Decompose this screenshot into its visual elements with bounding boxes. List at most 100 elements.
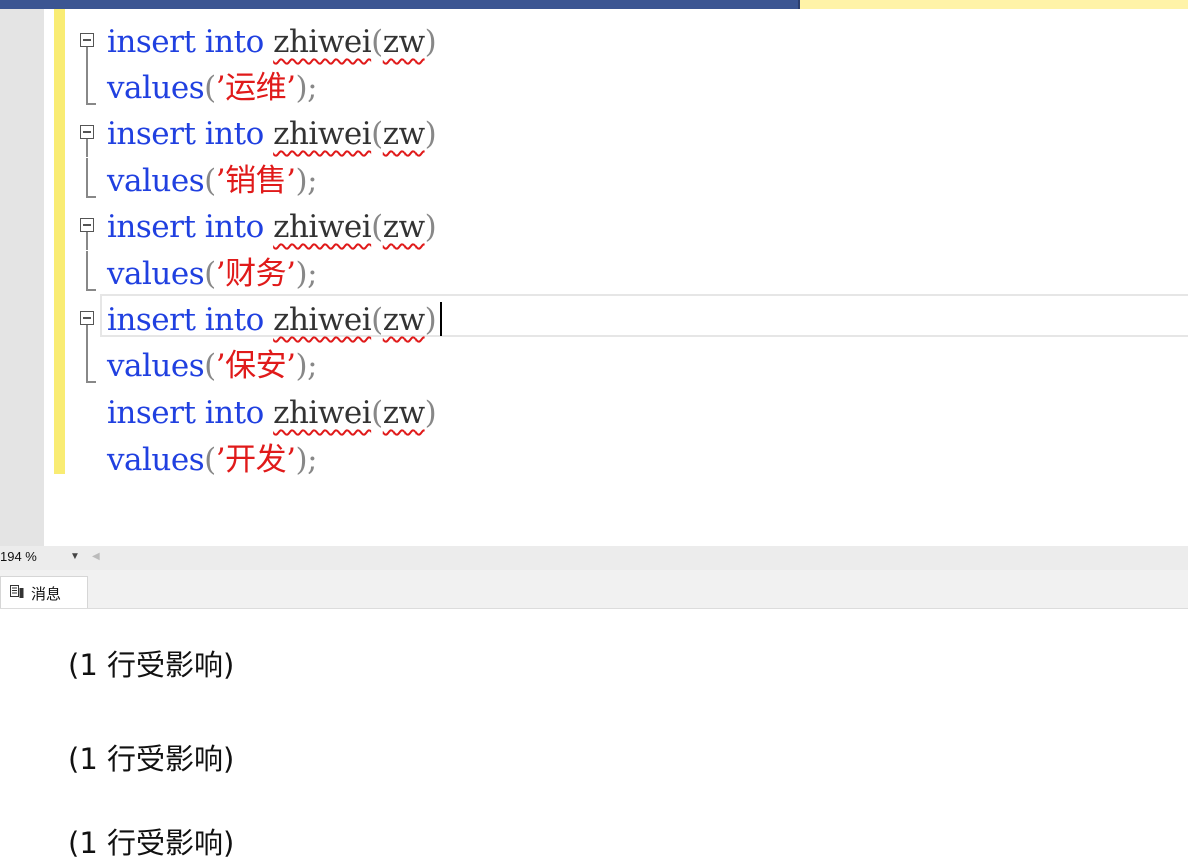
zoom-value: 194 % (0, 549, 37, 564)
document-tab-active[interactable] (800, 0, 1188, 9)
code-line-values[interactable]: values(’保安’); (0, 343, 1188, 389)
table-name: zhiwei (273, 116, 372, 152)
fold-guide (86, 251, 88, 289)
fold-guide (86, 47, 88, 65)
string-literal: 运维 (225, 70, 287, 106)
collapse-icon[interactable] (80, 125, 94, 139)
quote: ’ (215, 256, 226, 292)
code-line-values[interactable]: values(’开发’); (0, 437, 1188, 483)
fold-guide (86, 343, 88, 381)
zoom-dropdown[interactable]: 194 % ▼ (0, 546, 86, 568)
column-name: zw (382, 302, 425, 338)
code-line-insert[interactable]: insert into zhiwei(zw) (0, 204, 1188, 250)
document-tab[interactable] (0, 0, 798, 9)
quote: ’ (215, 442, 226, 478)
code-text: values(’保安’); (107, 343, 318, 389)
sql-keyword: values (107, 348, 205, 384)
results-tab-strip: 消息 (0, 570, 1188, 609)
document-tab-strip (0, 0, 1188, 9)
fold-guide-end (86, 103, 96, 105)
paren-close: ) (295, 442, 308, 478)
sql-keyword: insert into (107, 209, 264, 245)
code-text: values(’开发’); (107, 437, 318, 483)
text-cursor (440, 302, 443, 336)
messages-pane: (1 行受影响) (1 行受影响) (1 行受影响) (0, 609, 1188, 858)
sql-keyword: values (107, 70, 205, 106)
result-message: (1 行受影响) (68, 648, 235, 682)
collapse-icon[interactable] (80, 33, 94, 47)
table-name: zhiwei (273, 395, 372, 431)
paren-close: ) (424, 24, 437, 60)
code-text: values(’运维’); (107, 65, 318, 111)
collapse-icon[interactable] (80, 218, 94, 232)
column-name: zw (382, 209, 425, 245)
column-name: zw (382, 24, 425, 60)
paren-close: ) (424, 209, 437, 245)
code-line-insert[interactable]: insert into zhiwei(zw) (0, 19, 1188, 65)
paren-open: ( (371, 24, 383, 60)
sql-keyword: insert into (107, 116, 264, 152)
query-editor[interactable]: insert into zhiwei(zw) values(’运维’); inser… (0, 9, 1188, 546)
code-line-values[interactable]: values(’财务’); (0, 251, 1188, 297)
chevron-down-icon: ▼ (70, 551, 80, 562)
paren-close: ) (424, 395, 437, 431)
tab-messages-label: 消息 (31, 585, 62, 603)
paren-close: ) (295, 348, 308, 384)
sql-keyword: values (107, 163, 205, 199)
fold-guide (86, 139, 88, 157)
table-name: zhiwei (273, 302, 372, 338)
semicolon: ; (307, 348, 318, 384)
fold-guide-end (86, 196, 96, 198)
quote: ’ (215, 348, 226, 384)
result-message: (1 行受影响) (68, 826, 235, 858)
code-line-insert[interactable]: insert into zhiwei(zw) (0, 390, 1188, 436)
column-name: zw (382, 116, 425, 152)
fold-guide-end (86, 289, 96, 291)
quote: ’ (215, 163, 226, 199)
paren-open: ( (371, 116, 383, 152)
code-text: insert into zhiwei(zw) (107, 204, 437, 250)
quote: ’ (215, 70, 226, 106)
editor-status-bar: 194 % ▼ ◀ (0, 546, 1188, 570)
fold-guide (86, 325, 88, 343)
scroll-left-icon[interactable]: ◀ (92, 546, 100, 568)
paren-open: ( (204, 348, 216, 384)
semicolon: ; (307, 70, 318, 106)
column-name: zw (382, 395, 425, 431)
table-name: zhiwei (273, 24, 372, 60)
paren-open: ( (204, 256, 216, 292)
semicolon: ; (307, 163, 318, 199)
string-literal: 开发 (225, 442, 287, 478)
paren-close: ) (295, 256, 308, 292)
table-name: zhiwei (273, 209, 372, 245)
paren-open: ( (204, 163, 216, 199)
sql-keyword: insert into (107, 24, 264, 60)
string-literal: 销售 (225, 163, 287, 199)
sql-keyword: insert into (107, 395, 264, 431)
code-line-values[interactable]: values(’运维’); (0, 65, 1188, 111)
code-text: values(’财务’); (107, 251, 318, 297)
paren-close: ) (424, 302, 437, 338)
paren-close: ) (295, 163, 308, 199)
code-text: insert into zhiwei(zw) (107, 297, 443, 343)
fold-guide-end (86, 381, 96, 383)
fold-guide (86, 65, 88, 103)
paren-close: ) (295, 70, 308, 106)
paren-close: ) (424, 116, 437, 152)
code-line-values[interactable]: values(’销售’); (0, 158, 1188, 204)
code-line-insert[interactable]: insert into zhiwei(zw) (0, 111, 1188, 157)
paren-open: ( (371, 302, 383, 338)
string-literal: 财务 (225, 256, 287, 292)
tab-messages[interactable]: 消息 (0, 576, 88, 608)
string-literal: 保安 (225, 348, 287, 384)
code-text: insert into zhiwei(zw) (107, 19, 437, 65)
sql-keyword: values (107, 442, 205, 478)
fold-guide (86, 158, 88, 196)
code-line-insert[interactable]: insert into zhiwei(zw) (0, 297, 1188, 343)
paren-open: ( (371, 395, 383, 431)
collapse-icon[interactable] (80, 311, 94, 325)
